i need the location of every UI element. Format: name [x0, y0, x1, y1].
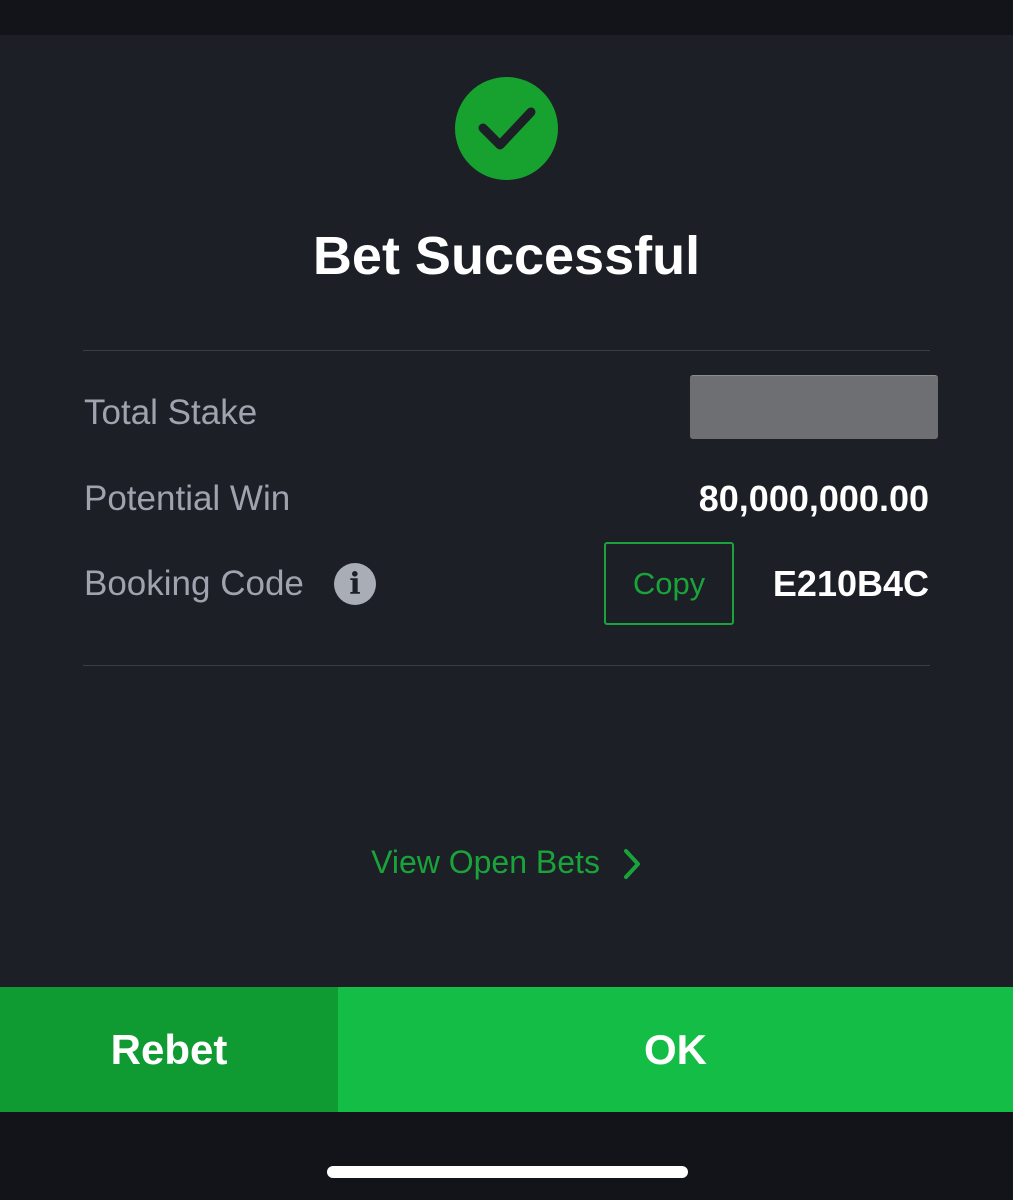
view-open-bets-link[interactable]: View Open Bets	[0, 840, 1013, 885]
bet-success-screen: Bet Successful Total Stake Potential Win…	[0, 0, 1013, 1200]
home-indicator[interactable]	[327, 1166, 688, 1178]
total-stake-label: Total Stake	[84, 393, 258, 432]
potential-win-value: 80,000,000.00	[698, 478, 929, 519]
view-open-bets-label: View Open Bets	[371, 844, 600, 880]
bottom-safe-area	[0, 1112, 1013, 1200]
divider-bottom	[83, 665, 930, 666]
booking-code-value: E210B4C	[772, 563, 929, 604]
divider-top	[83, 350, 930, 351]
checkmark-circle-icon	[455, 77, 558, 180]
page-title: Bet Successful	[312, 226, 701, 286]
chevron-right-icon	[623, 848, 640, 879]
info-icon[interactable]: i	[334, 563, 376, 605]
ok-button[interactable]: OK	[338, 987, 1013, 1112]
copy-button[interactable]: Copy	[604, 542, 734, 625]
booking-code-label: Booking Code	[84, 564, 304, 603]
potential-win-label: Potential Win	[84, 479, 291, 518]
rebet-button[interactable]: Rebet	[0, 987, 338, 1112]
status-bar	[0, 0, 1013, 35]
total-stake-value-redacted	[690, 375, 938, 439]
